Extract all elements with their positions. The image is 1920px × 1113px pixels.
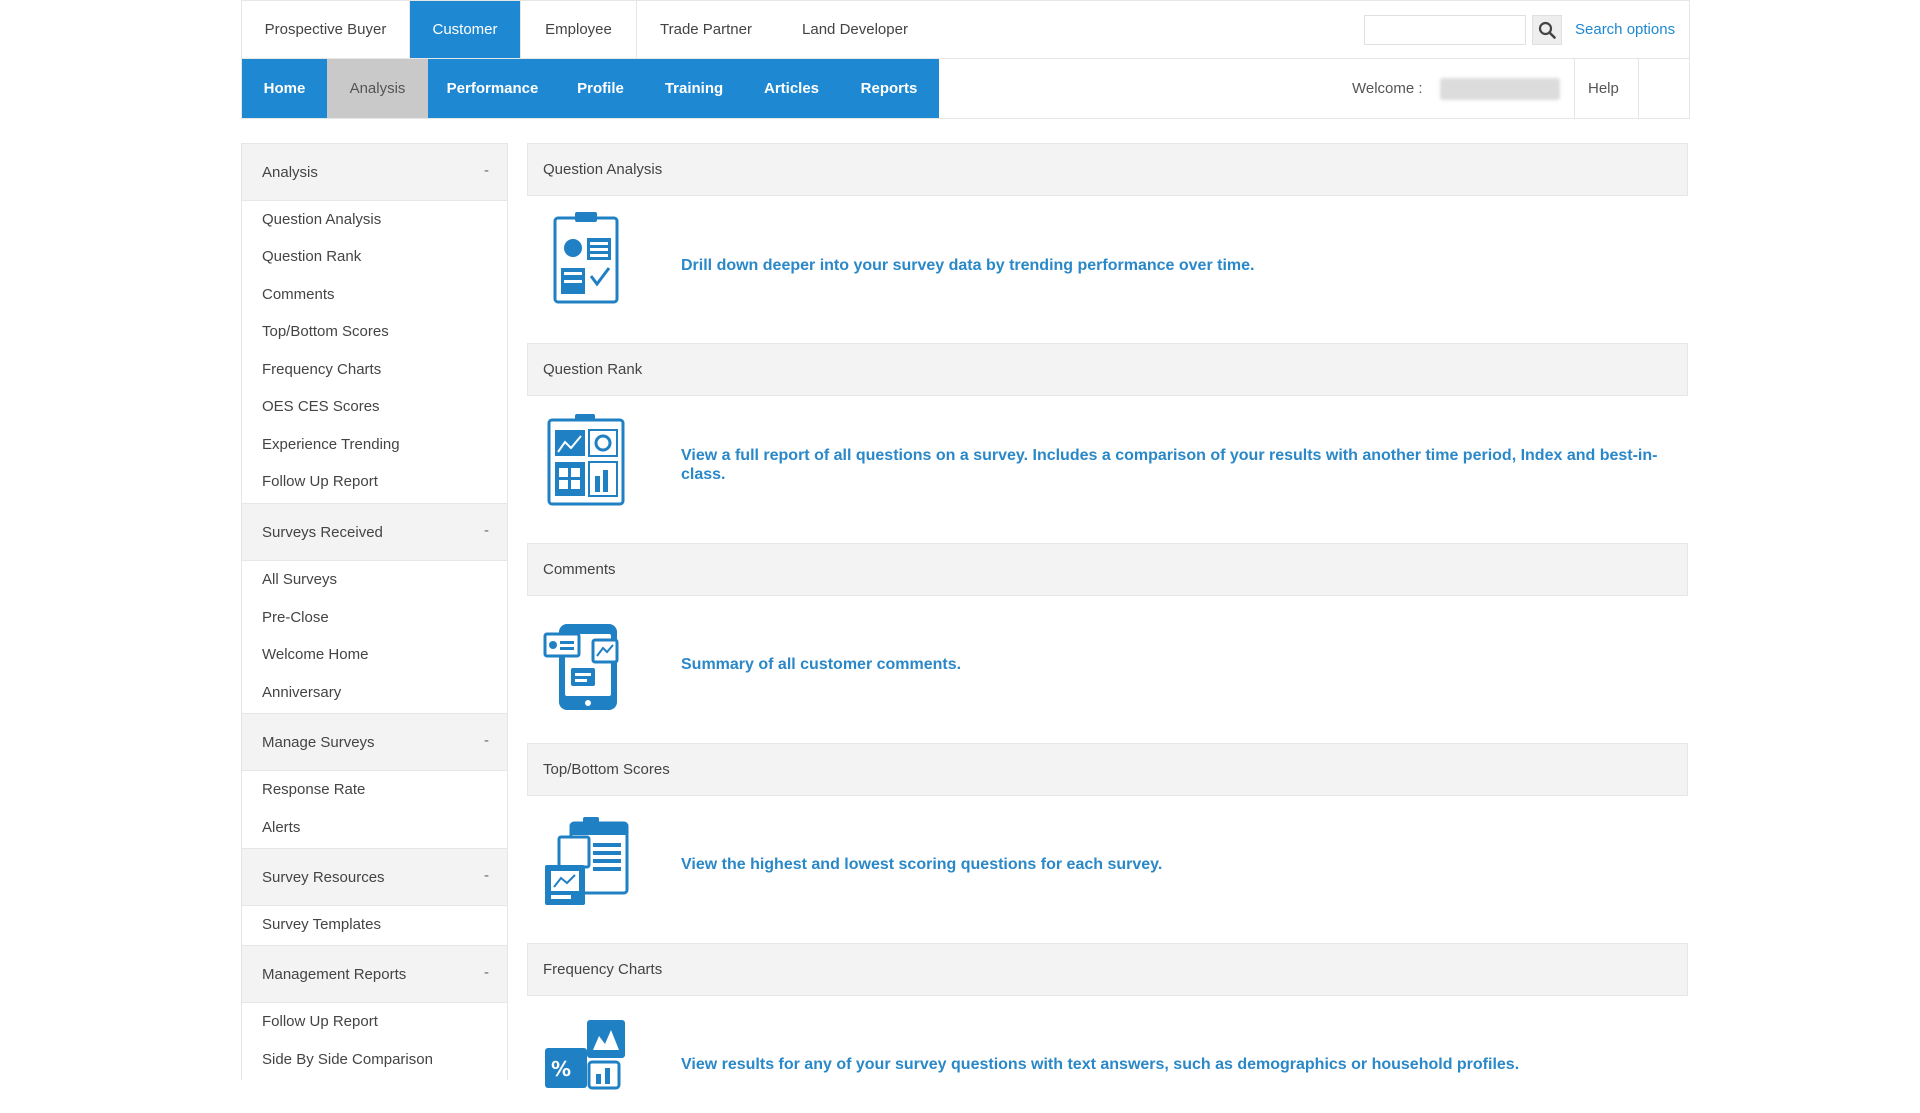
- panel-description[interactable]: View the highest and lowest scoring ques…: [681, 855, 1681, 874]
- panel-title: Question Analysis: [543, 161, 663, 178]
- sidebar-section-title: Manage Surveys: [262, 734, 375, 751]
- search-input[interactable]: [1364, 15, 1526, 45]
- tab-employee[interactable]: Employee: [521, 1, 637, 58]
- sidebar-item-welcome-home[interactable]: Welcome Home: [262, 646, 368, 663]
- sidebar-item-follow-up-report-mgmt[interactable]: Follow Up Report: [262, 1013, 378, 1030]
- user-name-redacted: [1440, 78, 1560, 100]
- sidebar: Analysis - Question Analysis Question Ra…: [241, 143, 508, 1080]
- welcome-label: Welcome :: [1352, 80, 1423, 97]
- sidebar-item-top-bottom-scores[interactable]: Top/Bottom Scores: [262, 323, 389, 340]
- sidebar-section-analysis[interactable]: Analysis -: [242, 143, 507, 201]
- report-grid-icon[interactable]: [541, 412, 631, 507]
- nav-articles[interactable]: Articles: [744, 59, 839, 118]
- nav-home[interactable]: Home: [242, 59, 327, 118]
- sidebar-item-question-analysis[interactable]: Question Analysis: [262, 211, 381, 228]
- panel-title: Frequency Charts: [543, 961, 663, 978]
- help-link[interactable]: Help: [1588, 80, 1619, 97]
- nav-training[interactable]: Training: [644, 59, 744, 118]
- panel-header-frequency-charts: Frequency Charts: [527, 943, 1688, 996]
- nav-reports[interactable]: Reports: [839, 59, 939, 118]
- tablet-comments-icon[interactable]: [541, 620, 631, 715]
- tab-prospective-buyer[interactable]: Prospective Buyer: [242, 1, 410, 58]
- sidebar-item-frequency-charts[interactable]: Frequency Charts: [262, 361, 381, 378]
- sidebar-item-all-surveys[interactable]: All Surveys: [262, 571, 337, 588]
- sidebar-section-title: Management Reports: [262, 966, 407, 983]
- panel-title: Question Rank: [543, 361, 643, 378]
- stacked-reports-icon[interactable]: [541, 815, 631, 910]
- sidebar-item-response-rate[interactable]: Response Rate: [262, 781, 365, 798]
- frequency-chart-icon[interactable]: %: [541, 1018, 631, 1113]
- audience-tab-bar: Prospective Buyer Customer Employee Trad…: [241, 0, 1690, 58]
- collapse-toggle[interactable]: -: [484, 522, 489, 539]
- divider: [1574, 59, 1575, 118]
- sidebar-section-title: Surveys Received: [262, 524, 383, 541]
- panel-description[interactable]: View a full report of all questions on a…: [681, 446, 1681, 484]
- search-button[interactable]: [1532, 15, 1562, 45]
- nav-profile[interactable]: Profile: [557, 59, 644, 118]
- panel-description[interactable]: Summary of all customer comments.: [681, 655, 1681, 674]
- search-options-link[interactable]: Search options: [1575, 21, 1675, 38]
- tab-land-developer[interactable]: Land Developer: [775, 1, 935, 58]
- main-nav: Home Analysis Performance Profile Traini…: [241, 58, 1690, 119]
- panel-header-question-analysis: Question Analysis: [527, 143, 1688, 196]
- divider: [1638, 59, 1639, 118]
- sidebar-section-survey-resources[interactable]: Survey Resources -: [242, 848, 507, 906]
- panel-header-top-bottom-scores: Top/Bottom Scores: [527, 743, 1688, 796]
- tab-customer[interactable]: Customer: [410, 1, 521, 58]
- search-icon: [1538, 21, 1556, 39]
- sidebar-section-surveys-received[interactable]: Surveys Received -: [242, 503, 507, 561]
- sidebar-item-side-by-side-comparison[interactable]: Side By Side Comparison: [262, 1051, 433, 1068]
- tab-trade-partner[interactable]: Trade Partner: [637, 1, 775, 58]
- panel-description[interactable]: Drill down deeper into your survey data …: [681, 256, 1681, 275]
- collapse-toggle[interactable]: -: [484, 867, 489, 884]
- sidebar-item-alerts[interactable]: Alerts: [262, 819, 300, 836]
- svg-text:%: %: [551, 1057, 571, 1081]
- sidebar-item-experience-trending[interactable]: Experience Trending: [262, 436, 400, 453]
- panel-header-question-rank: Question Rank: [527, 343, 1688, 396]
- panel-header-comments: Comments: [527, 543, 1688, 596]
- sidebar-item-follow-up-report[interactable]: Follow Up Report: [262, 473, 378, 490]
- clipboard-chart-icon[interactable]: [541, 210, 631, 305]
- sidebar-item-comments[interactable]: Comments: [262, 286, 335, 303]
- sidebar-section-title: Survey Resources: [262, 869, 385, 886]
- panel-description[interactable]: View results for any of your survey ques…: [681, 1055, 1681, 1074]
- sidebar-item-oes-ces-scores[interactable]: OES CES Scores: [262, 398, 380, 415]
- collapse-toggle[interactable]: -: [484, 162, 489, 179]
- nav-performance[interactable]: Performance: [428, 59, 557, 118]
- sidebar-item-anniversary[interactable]: Anniversary: [262, 684, 341, 701]
- sidebar-item-survey-templates[interactable]: Survey Templates: [262, 916, 381, 933]
- page: Prospective Buyer Customer Employee Trad…: [241, 0, 1690, 1090]
- nav-analysis[interactable]: Analysis: [327, 59, 428, 118]
- collapse-toggle[interactable]: -: [484, 964, 489, 981]
- panel-title: Comments: [543, 561, 616, 578]
- panel-title: Top/Bottom Scores: [543, 761, 670, 778]
- sidebar-item-question-rank[interactable]: Question Rank: [262, 248, 361, 265]
- sidebar-item-pre-close[interactable]: Pre-Close: [262, 609, 329, 626]
- sidebar-section-title: Analysis: [262, 164, 318, 181]
- sidebar-section-management-reports[interactable]: Management Reports -: [242, 945, 507, 1003]
- collapse-toggle[interactable]: -: [484, 732, 489, 749]
- sidebar-section-manage-surveys[interactable]: Manage Surveys -: [242, 713, 507, 771]
